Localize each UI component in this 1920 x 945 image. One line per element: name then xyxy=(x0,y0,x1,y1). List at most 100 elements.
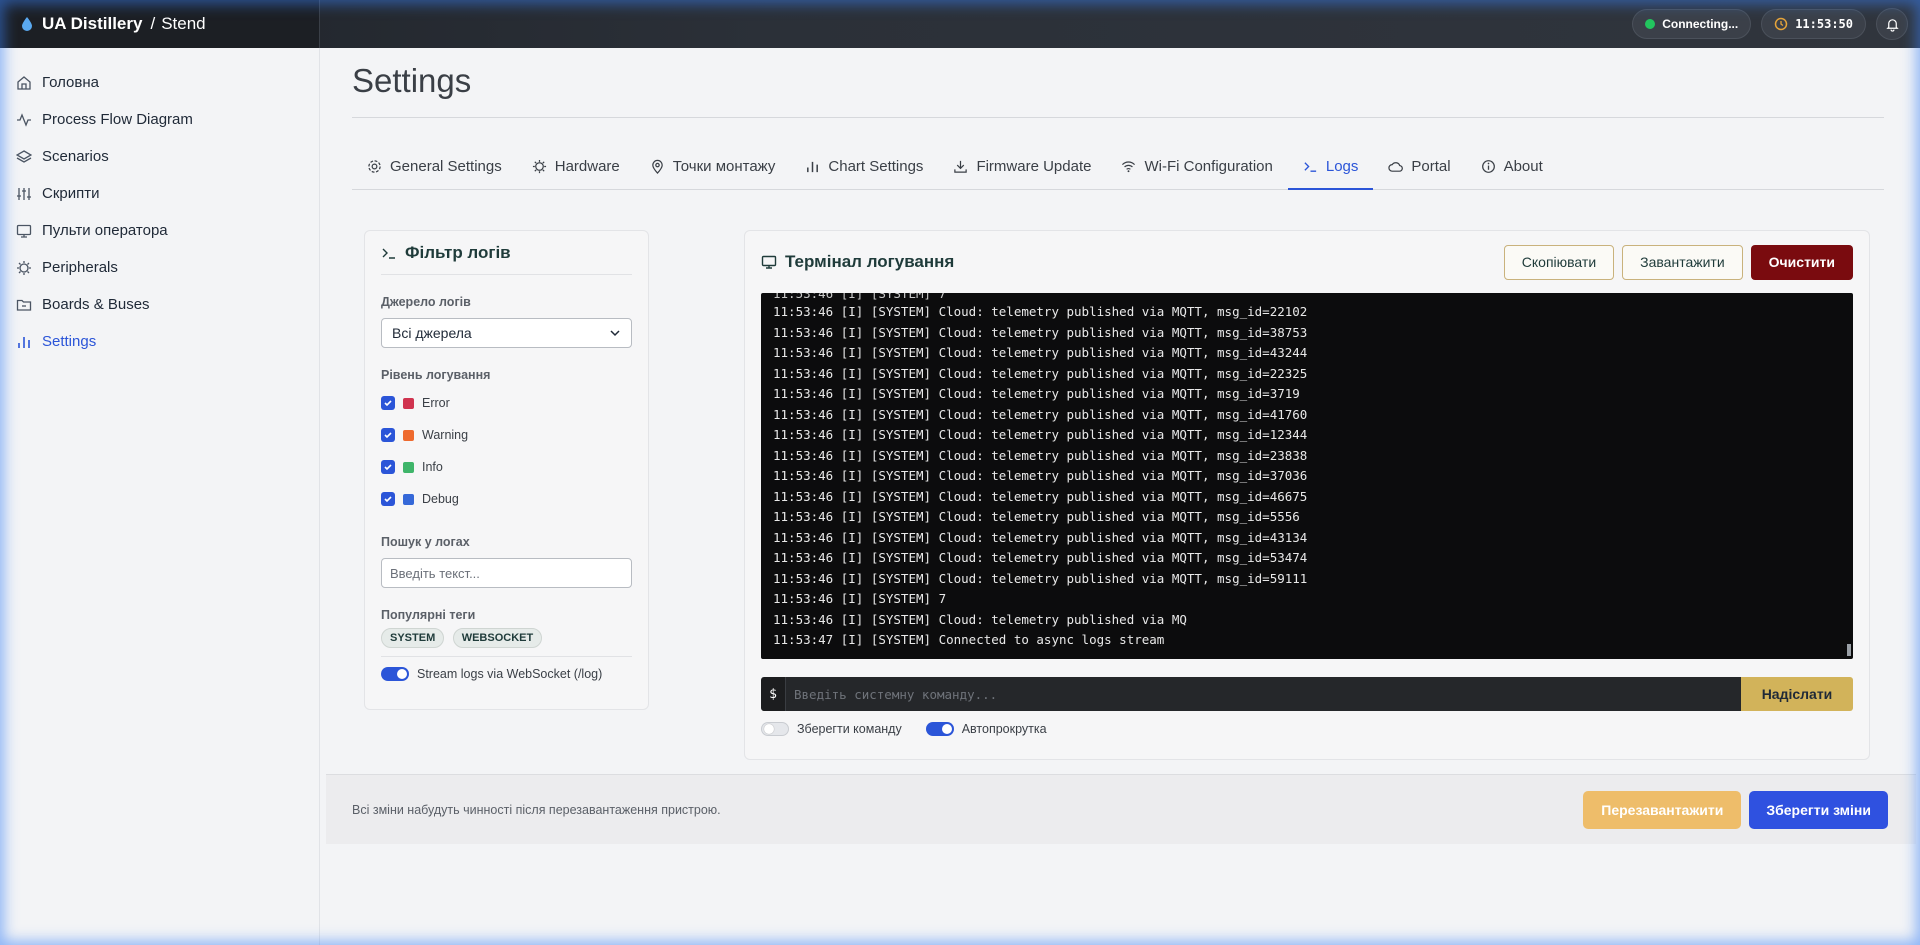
sidebar-item-settings[interactable]: Settings xyxy=(0,323,319,360)
log-line: 11:53:47 [I] [SYSTEM] Connected to async… xyxy=(773,632,1165,647)
sidebar-item-operator-panels[interactable]: Пульти оператора xyxy=(0,212,319,249)
wifi-icon xyxy=(1122,161,1136,173)
checkbox-checked-icon[interactable] xyxy=(381,428,395,442)
tab-firmware-update[interactable]: Firmware Update xyxy=(938,144,1106,189)
tab-hardware[interactable]: Hardware xyxy=(517,144,635,189)
page-title: Settings xyxy=(352,62,472,99)
cpu-icon xyxy=(532,159,546,174)
sidebar-item-boards-buses[interactable]: Boards & Buses xyxy=(0,286,319,323)
terminal-title: Термінал логування xyxy=(785,252,955,271)
droplet-icon xyxy=(22,17,32,31)
breadcrumb-separator: / xyxy=(150,14,156,33)
tab-label: About xyxy=(1503,158,1543,175)
scrollbar-thumb[interactable] xyxy=(1847,644,1851,656)
save-command-option: Зберегти команду xyxy=(761,722,902,736)
log-line: 11:53:46 [I] [SYSTEM] Cloud: telemetry p… xyxy=(773,324,1308,340)
log-source-value: Всі джерела xyxy=(392,325,472,341)
copy-logs-button[interactable]: Скопіювати xyxy=(1503,244,1615,280)
tab-chart-settings[interactable]: Chart Settings xyxy=(790,144,938,189)
tab-mount-points[interactable]: Точки монтажу xyxy=(635,144,791,189)
log-line: 11:53:46 [I] [SYSTEM] Cloud: telemetry p… xyxy=(773,529,1308,545)
tab-label: Portal xyxy=(1411,158,1451,175)
info-icon xyxy=(1481,160,1495,173)
tab-label: Hardware xyxy=(554,158,620,175)
download-logs-button[interactable]: Завантажити xyxy=(1622,244,1743,280)
log-line: 11:53:46 [I] [SYSTEM] Cloud: telemetry p… xyxy=(773,570,1308,586)
level-label: Error xyxy=(422,396,450,410)
connection-status-badge[interactable]: Connecting... xyxy=(1632,9,1752,39)
tab-about[interactable]: About xyxy=(1466,144,1558,189)
level-info-checkbox[interactable]: Info xyxy=(381,451,632,483)
reboot-button[interactable]: Перезавантажити xyxy=(1583,790,1742,829)
log-line: 11:53:46 [I] [SYSTEM] Cloud: telemetry p… xyxy=(773,365,1308,381)
tag-websocket[interactable]: WEBSOCKET xyxy=(452,628,543,648)
tab-label: Logs xyxy=(1325,157,1359,175)
connection-status-text: Connecting... xyxy=(1662,17,1739,31)
level-error-checkbox[interactable]: Error xyxy=(381,387,632,419)
tab-label: Wi-Fi Configuration xyxy=(1144,158,1273,175)
sidebar-item-peripherals[interactable]: Peripherals xyxy=(0,249,319,286)
download-icon xyxy=(954,160,968,173)
brand[interactable]: UA Distillery / Stend xyxy=(0,0,320,48)
log-line-partial: 11:53:46 [I] [SYSTEM] 7 xyxy=(773,293,947,301)
autoscroll-toggle[interactable] xyxy=(925,722,954,736)
log-line: 11:53:46 [I] [SYSTEM] Cloud: telemetry p… xyxy=(773,304,1308,319)
send-command-button[interactable]: Надіслати xyxy=(1741,677,1853,711)
log-filter-header: Фільтр логів xyxy=(381,231,632,275)
log-source-select[interactable]: Всі джерела xyxy=(381,318,632,348)
level-warning-checkbox[interactable]: Warning xyxy=(381,419,632,451)
command-row: $ Введіть системну команду... Надіслати xyxy=(761,677,1853,711)
tab-logs[interactable]: Logs xyxy=(1287,144,1374,190)
save-changes-button[interactable]: Зберегти зміни xyxy=(1749,790,1888,829)
stream-logs-row: Stream logs via WebSocket (/log) xyxy=(381,656,632,681)
sidebar-item-label: Process Flow Diagram xyxy=(42,111,193,128)
checkbox-checked-icon[interactable] xyxy=(381,460,395,474)
sidebar-item-scripts[interactable]: Скрипти xyxy=(0,175,319,212)
tab-label: Firmware Update xyxy=(976,158,1092,175)
command-input[interactable]: Введіть системну команду... xyxy=(785,677,1741,711)
tag-system[interactable]: SYSTEM xyxy=(381,628,445,648)
level-label: Info xyxy=(422,460,443,474)
log-line: 11:53:46 [I] [SYSTEM] Cloud: telemetry p… xyxy=(773,550,1308,565)
tab-general-settings[interactable]: General Settings xyxy=(352,144,517,189)
monitor-icon xyxy=(761,255,777,269)
stream-logs-toggle[interactable] xyxy=(381,667,409,681)
log-terminal-output[interactable]: 11:53:46 [I] [SYSTEM] 7 11:53:46 [I] [SY… xyxy=(761,293,1853,659)
notifications-button[interactable] xyxy=(1876,8,1908,40)
log-terminal-card: Термінал логування Скопіювати Завантажит… xyxy=(744,230,1870,760)
terminal-header: Термінал логування xyxy=(761,252,954,272)
cloud-icon xyxy=(1388,162,1404,172)
gear-icon xyxy=(368,160,381,173)
save-command-toggle[interactable] xyxy=(761,722,789,736)
activity-icon xyxy=(17,112,31,127)
tab-portal[interactable]: Portal xyxy=(1373,144,1465,189)
checkbox-checked-icon[interactable] xyxy=(381,492,395,506)
info-color-swatch xyxy=(403,461,414,473)
settings-tabs: General Settings Hardware Точки монтажу … xyxy=(352,144,1884,190)
chip-icon xyxy=(17,260,31,275)
home-icon xyxy=(17,75,31,90)
footer-note: Всі зміни набудуть чинності після переза… xyxy=(352,802,721,817)
brand-name: UA Distillery xyxy=(42,14,143,33)
debug-color-swatch xyxy=(403,493,414,505)
stream-logs-label: Stream logs via WebSocket (/log) xyxy=(417,667,603,681)
tab-wifi-configuration[interactable]: Wi-Fi Configuration xyxy=(1106,144,1287,189)
level-debug-checkbox[interactable]: Debug xyxy=(381,483,632,515)
sliders-icon xyxy=(17,187,31,200)
log-line: 11:53:46 [I] [SYSTEM] Cloud: telemetry p… xyxy=(773,509,1300,524)
sidebar-item-home[interactable]: Головна xyxy=(0,64,319,101)
log-search-input[interactable]: Введіть текст... xyxy=(381,558,632,588)
tab-label: Точки монтажу xyxy=(672,158,776,175)
level-label: Debug xyxy=(422,492,459,506)
checkbox-checked-icon[interactable] xyxy=(381,396,395,410)
clear-logs-button[interactable]: Очистити xyxy=(1750,244,1853,280)
footer-bar: Всі зміни набудуть чинності після переза… xyxy=(326,774,1916,844)
sidebar-item-process-flow[interactable]: Process Flow Diagram xyxy=(0,101,319,138)
level-label: Warning xyxy=(422,428,469,442)
log-line: 11:53:46 [I] [SYSTEM] Cloud: telemetry p… xyxy=(773,468,1308,483)
log-line: 11:53:46 [I] [SYSTEM] Cloud: telemetry p… xyxy=(773,427,1308,442)
sidebar-item-label: Пульти оператора xyxy=(42,222,168,239)
sidebar-item-label: Settings xyxy=(42,333,97,350)
layers-icon xyxy=(16,149,32,163)
sidebar-item-scenarios[interactable]: Scenarios xyxy=(0,138,319,175)
